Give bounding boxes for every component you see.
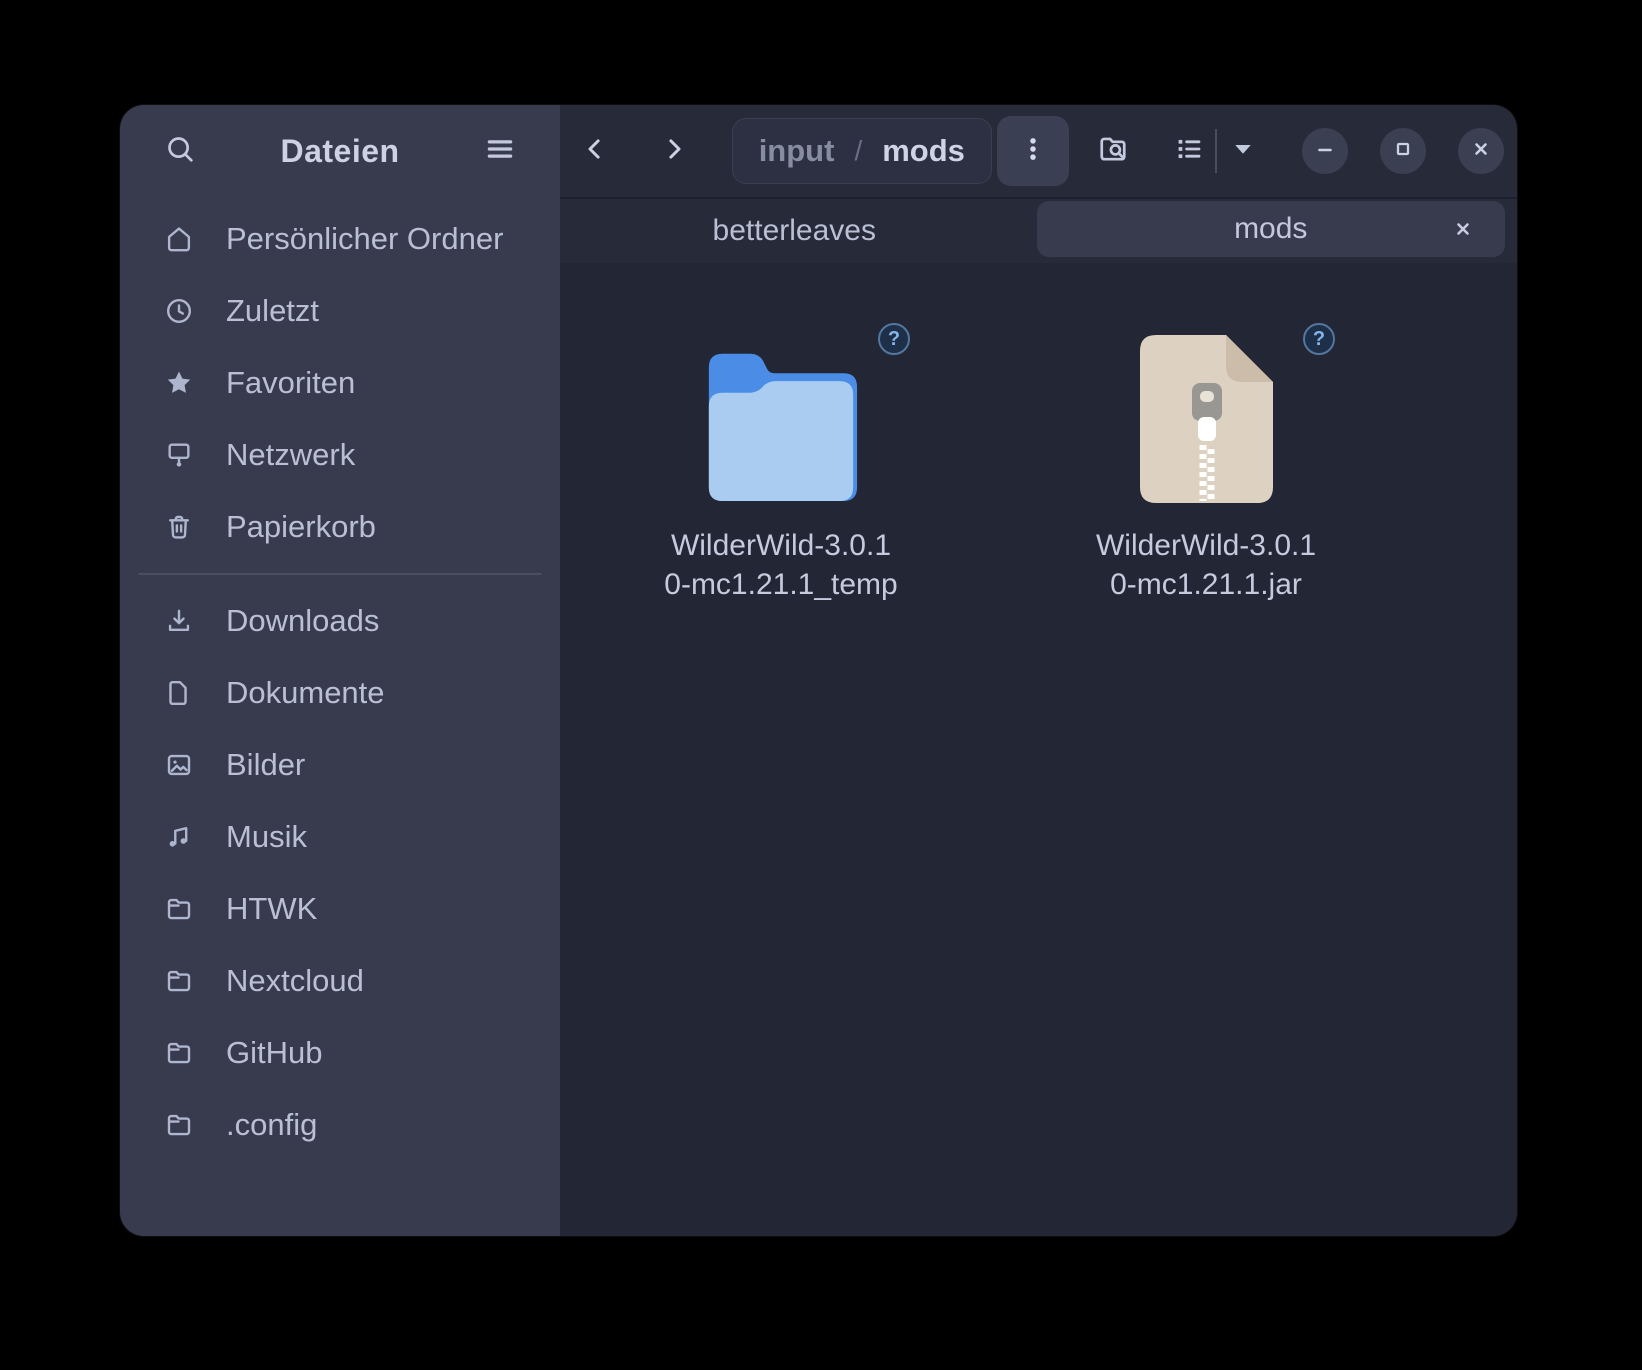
zip-file-large-icon [1140, 335, 1273, 508]
view-toggle-separator [1215, 129, 1217, 173]
sidebar-item-label: Downloads [226, 603, 379, 639]
sidebar-item-label: .config [226, 1107, 317, 1143]
file-name-line: WilderWild-3.0.1 [1096, 526, 1316, 565]
file-name-line: WilderWild-3.0.1 [664, 526, 897, 565]
breadcrumb-parent[interactable]: input [759, 133, 835, 169]
file-item-folder[interactable]: ? WilderWild-3.0.1 0-mc1.21.1_temp [636, 333, 926, 604]
maximize-button[interactable] [1380, 128, 1426, 174]
document-icon [162, 676, 196, 710]
sidebar-item-recent[interactable]: Zuletzt [130, 275, 550, 347]
image-icon [162, 748, 196, 782]
question-emblem-glyph: ? [1313, 328, 1325, 351]
icon-stage [1140, 333, 1273, 508]
file-name-line: 0-mc1.21.1.jar [1096, 565, 1316, 604]
back-button[interactable] [568, 123, 623, 179]
chevron-right-icon [659, 134, 689, 169]
folder-icon [162, 892, 196, 926]
sidebar-item-label: Papierkorb [226, 509, 376, 545]
forward-button[interactable] [647, 123, 702, 179]
sidebar-item-github[interactable]: GitHub [130, 1017, 550, 1089]
breadcrumb-separator: / [854, 135, 862, 167]
sidebar-item-home[interactable]: Persönlicher Ordner [130, 203, 550, 275]
sidebar-item-label: Favoriten [226, 365, 355, 401]
caret-down-icon [1227, 133, 1259, 170]
sidebar-item-nextcloud[interactable]: Nextcloud [130, 945, 550, 1017]
home-icon [162, 222, 196, 256]
tab-bar: betterleaves mods [560, 197, 1517, 263]
music-icon [162, 820, 196, 854]
network-icon [162, 438, 196, 472]
sidebar-item-label: Zuletzt [226, 293, 319, 329]
path-menu-button[interactable] [997, 116, 1069, 186]
main-pane: input / mods [560, 105, 1517, 1236]
file-name: WilderWild-3.0.1 0-mc1.21.1_temp [664, 526, 897, 604]
minimize-button[interactable] [1302, 128, 1348, 174]
search-folder-button[interactable] [1085, 123, 1140, 179]
search-icon [163, 132, 197, 171]
tab-mods[interactable]: mods [1037, 201, 1506, 257]
file-manager-window: Dateien Persönlicher Ordner [120, 105, 1517, 1236]
question-emblem: ? [878, 323, 910, 355]
sidebar-item-label: GitHub [226, 1035, 322, 1071]
close-icon [1451, 217, 1475, 241]
sidebar-item-trash[interactable]: Papierkorb [130, 491, 550, 563]
sidebar-item-label: HTWK [226, 891, 317, 927]
folder-icon [162, 1036, 196, 1070]
folder-icon [162, 964, 196, 998]
kebab-menu-icon [1018, 134, 1048, 169]
sidebar-divider [138, 573, 542, 575]
file-item-archive[interactable]: ? WilderWild-3.0.1 0-mc1.21.1.jar [1061, 333, 1351, 604]
sidebar-item-downloads[interactable]: Downloads [130, 585, 550, 657]
question-emblem-glyph: ? [888, 328, 900, 351]
sidebar-item-label: Bilder [226, 747, 305, 783]
search-button[interactable] [154, 125, 206, 177]
headerbar: input / mods [560, 105, 1517, 197]
tab-label: mods [1234, 212, 1307, 246]
sidebar-item-pictures[interactable]: Bilder [130, 729, 550, 801]
sidebar-item-documents[interactable]: Dokumente [130, 657, 550, 729]
folder-large-icon [703, 346, 859, 508]
folder-search-icon [1095, 131, 1131, 172]
app-title: Dateien [280, 133, 399, 170]
file-grid: ? WilderWild-3.0.1 0-mc1.21.1_temp [560, 263, 1517, 1236]
sidebar-item-label: Netzwerk [226, 437, 355, 473]
chevron-left-icon [580, 134, 610, 169]
sidebar-item-label: Nextcloud [226, 963, 364, 999]
breadcrumb-current[interactable]: mods [882, 133, 965, 169]
main-menu-button[interactable] [474, 125, 526, 177]
file-name-line: 0-mc1.21.1_temp [664, 565, 897, 604]
sidebar-item-starred[interactable]: Favoriten [130, 347, 550, 419]
tab-close-button[interactable] [1443, 209, 1483, 249]
close-window-button[interactable] [1458, 128, 1504, 174]
minimize-icon [1313, 137, 1337, 166]
sidebar-item-label: Musik [226, 819, 307, 855]
question-emblem: ? [1303, 323, 1335, 355]
sidebar-item-network[interactable]: Netzwerk [130, 419, 550, 491]
tab-betterleaves[interactable]: betterleaves [560, 199, 1029, 263]
download-icon [162, 604, 196, 638]
sidebar-item-htwk[interactable]: HTWK [130, 873, 550, 945]
tab-label: betterleaves [713, 214, 876, 248]
sidebar-item-label: Dokumente [226, 675, 385, 711]
trash-icon [162, 510, 196, 544]
maximize-icon [1391, 137, 1415, 166]
view-toggle-button[interactable] [1162, 123, 1270, 179]
hamburger-menu-icon [483, 132, 517, 171]
folder-icon [162, 1108, 196, 1142]
sidebar-list: Persönlicher Ordner Zuletzt Favoriten [120, 197, 560, 1167]
breadcrumb: input / mods [732, 118, 992, 184]
sidebar-header: Dateien [120, 105, 560, 197]
sidebar-item-config[interactable]: .config [130, 1089, 550, 1161]
sidebar-item-music[interactable]: Musik [130, 801, 550, 873]
icon-stage [703, 333, 859, 508]
file-name: WilderWild-3.0.1 0-mc1.21.1.jar [1096, 526, 1316, 604]
sidebar-item-label: Persönlicher Ordner [226, 221, 503, 257]
star-icon [162, 366, 196, 400]
clock-icon [162, 294, 196, 328]
close-icon [1469, 137, 1493, 166]
list-view-icon [1173, 133, 1205, 170]
sidebar: Dateien Persönlicher Ordner [120, 105, 560, 1236]
